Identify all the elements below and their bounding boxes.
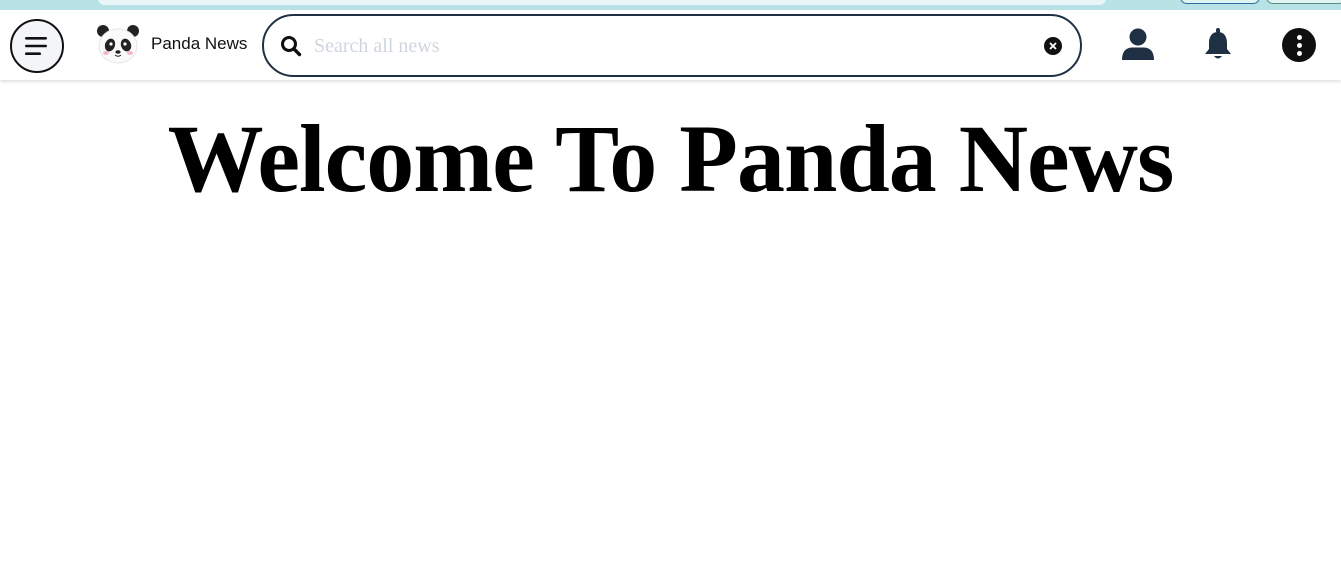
menu-button[interactable] (10, 19, 64, 73)
bell-icon[interactable] (1203, 27, 1233, 63)
browser-extension-pill (1180, 0, 1260, 4)
browser-extension-pill (1266, 0, 1341, 4)
top-navbar: Panda News (0, 10, 1341, 80)
panda-face-icon[interactable] (94, 22, 142, 66)
brand-name[interactable]: Panda News (151, 34, 247, 54)
browser-address-pill (98, 0, 1106, 5)
user-icon[interactable] (1120, 27, 1156, 63)
search-icon[interactable] (280, 35, 302, 57)
more-vertical-icon[interactable] (1282, 28, 1316, 62)
menu-icon (25, 37, 47, 55)
hero-title: Welcome To Panda News (167, 105, 1175, 212)
search-input[interactable] (314, 30, 1034, 62)
browser-top-strip (0, 0, 1341, 10)
search-bar[interactable] (262, 14, 1082, 77)
clear-icon[interactable] (1044, 37, 1062, 55)
